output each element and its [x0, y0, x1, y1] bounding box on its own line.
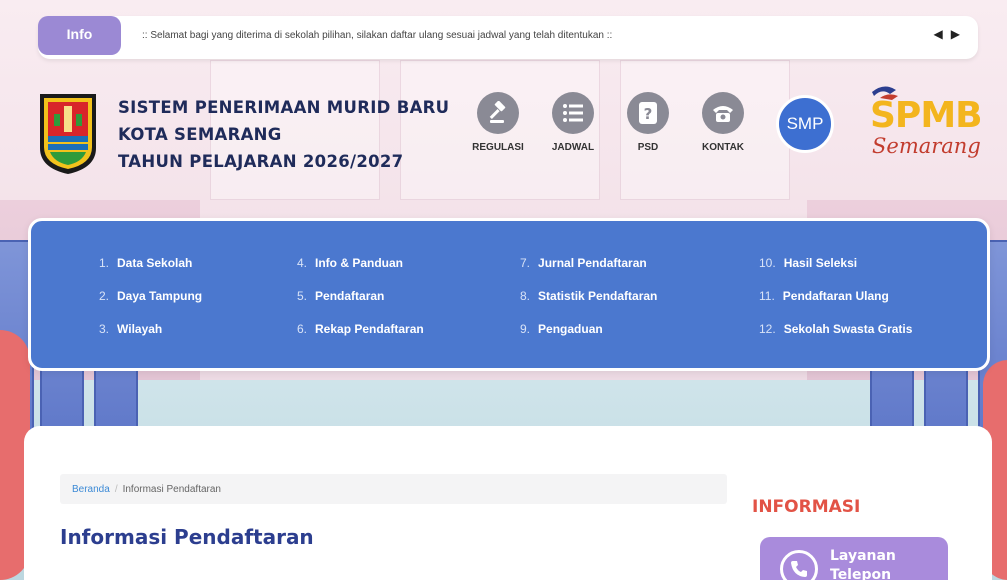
menu-label: Info & Panduan	[315, 256, 404, 270]
sidebar-heading: INFORMASI	[752, 497, 861, 517]
svg-text:?: ?	[644, 105, 653, 123]
phone-icon	[780, 550, 818, 580]
question-icon: ?	[627, 92, 669, 134]
title-line-1: SISTEM PENERIMAAN MURID BARU	[118, 98, 450, 117]
main-menu: 1. Data Sekolah 2. Daya Tampung 3. Wilayah …	[28, 218, 990, 371]
nav-jadwal[interactable]: JADWAL	[538, 92, 608, 153]
menu-number: 7.	[520, 256, 531, 270]
ticker-controls: ◀▶	[934, 27, 968, 41]
menu-item-daya-tampung[interactable]: 2. Daya Tampung	[99, 289, 202, 303]
breadcrumb: Beranda / Informasi Pendaftaran	[60, 474, 727, 504]
phone-service-button[interactable]: Layanan Telepon	[760, 537, 948, 580]
nav-label: JADWAL	[551, 142, 595, 153]
menu-label: Pendaftaran Ulang	[782, 289, 889, 303]
menu-label: Data Sekolah	[117, 256, 193, 270]
menu-number: 12.	[759, 322, 776, 336]
menu-item-jurnal-pendaftaran[interactable]: 7. Jurnal Pendaftaran	[520, 256, 647, 270]
info-badge: Info	[38, 16, 121, 55]
telephone-icon	[702, 92, 744, 134]
menu-label: Jurnal Pendaftaran	[538, 256, 647, 270]
list-icon	[552, 92, 594, 134]
nav-regulasi[interactable]: REGULASI	[463, 92, 533, 153]
title-line-3: TAHUN PELAJARAN 2026/2027	[118, 152, 404, 171]
brand-logo-subtext: Semarang	[872, 134, 981, 158]
gavel-icon	[477, 92, 519, 134]
breadcrumb-home-link[interactable]: Beranda	[72, 484, 110, 495]
menu-item-sekolah-swasta-gratis[interactable]: 12. Sekolah Swasta Gratis	[759, 322, 912, 336]
menu-number: 10.	[759, 256, 776, 270]
page-title: Informasi Pendaftaran	[60, 525, 314, 549]
menu-label: Pengaduan	[538, 322, 603, 336]
menu-label: Daya Tampung	[117, 289, 203, 303]
nav-psd[interactable]: ? PSD	[613, 92, 683, 153]
menu-label: Sekolah Swasta Gratis	[783, 322, 913, 336]
ticker-prev-button[interactable]: ◀	[934, 27, 951, 41]
menu-label: Pendaftaran	[315, 289, 385, 303]
ticker-message: :: Selamat bagi yang diterima di sekolah…	[142, 30, 613, 41]
menu-number: 11.	[759, 289, 775, 303]
menu-item-pendaftaran[interactable]: 5. Pendaftaran	[297, 289, 384, 303]
breadcrumb-current: Informasi Pendaftaran	[122, 484, 221, 495]
level-badge[interactable]: SMP	[776, 95, 834, 153]
menu-number: 5.	[297, 289, 308, 303]
menu-item-statistik-pendaftaran[interactable]: 8. Statistik Pendaftaran	[520, 289, 657, 303]
phone-service-label: Layanan Telepon	[830, 548, 896, 580]
menu-number: 1.	[99, 256, 110, 270]
site-title: SISTEM PENERIMAAN MURID BARU KOTA SEMARA…	[118, 94, 449, 175]
menu-item-pengaduan[interactable]: 9. Pengaduan	[520, 322, 603, 336]
nav-label: PSD	[637, 142, 659, 153]
menu-label: Statistik Pendaftaran	[538, 289, 658, 303]
menu-item-hasil-seleksi[interactable]: 10. Hasil Seleksi	[759, 256, 857, 270]
menu-number: 8.	[520, 289, 531, 303]
menu-number: 2.	[99, 289, 110, 303]
info-ticker: Info :: Selamat bagi yang diterima di se…	[38, 16, 978, 59]
menu-item-info-panduan[interactable]: 4. Info & Panduan	[297, 256, 403, 270]
menu-number: 9.	[520, 322, 531, 336]
breadcrumb-separator: /	[114, 484, 118, 495]
nav-label: REGULASI	[472, 142, 524, 153]
menu-number: 6.	[297, 322, 308, 336]
menu-label: Hasil Seleksi	[783, 256, 858, 270]
brand-logo-text: SPMB	[870, 95, 983, 136]
city-emblem-icon[interactable]	[36, 92, 100, 176]
menu-item-pendaftaran-ulang[interactable]: 11. Pendaftaran Ulang	[759, 289, 889, 303]
title-line-2: KOTA SEMARANG	[118, 125, 282, 144]
nav-label: KONTAK	[701, 142, 745, 153]
menu-label: Rekap Pendaftaran	[315, 322, 424, 336]
menu-item-wilayah[interactable]: 3. Wilayah	[99, 322, 162, 336]
menu-item-data-sekolah[interactable]: 1. Data Sekolah	[99, 256, 192, 270]
menu-item-rekap-pendaftaran[interactable]: 6. Rekap Pendaftaran	[297, 322, 424, 336]
menu-number: 3.	[99, 322, 110, 336]
menu-label: Wilayah	[117, 322, 163, 336]
menu-number: 4.	[297, 256, 308, 270]
nav-kontak[interactable]: KONTAK	[688, 92, 758, 153]
ticker-next-button[interactable]: ▶	[951, 27, 968, 41]
